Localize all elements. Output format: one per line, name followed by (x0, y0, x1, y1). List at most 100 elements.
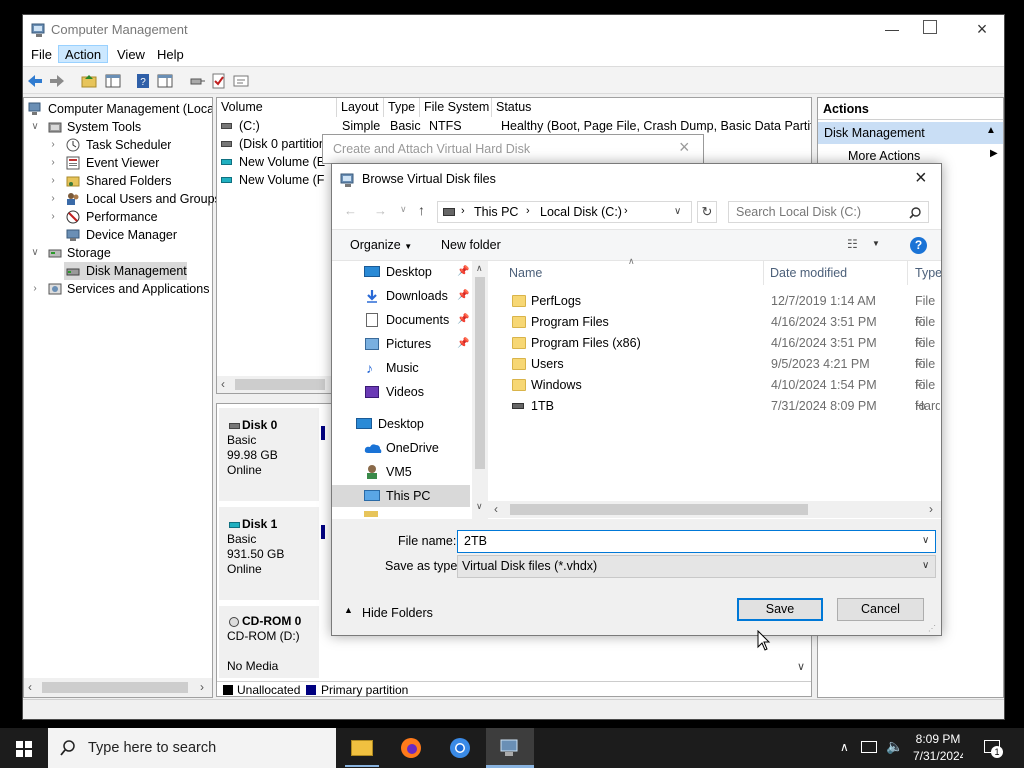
view-options-icon[interactable]: ☷ (847, 237, 858, 251)
column-volume[interactable]: Volume (217, 98, 337, 117)
menu-action[interactable]: Action (58, 45, 109, 63)
scroll-left-icon[interactable]: ‹ (28, 680, 32, 694)
cancel-button[interactable]: Cancel (837, 598, 924, 621)
pin-icon[interactable]: 📌 (457, 309, 469, 331)
close-button[interactable]: × (679, 137, 690, 158)
back-button[interactable] (25, 71, 45, 91)
chevron-right-icon[interactable]: › (30, 283, 40, 295)
menu-file[interactable]: File (25, 46, 58, 64)
column-type[interactable]: Type (915, 266, 941, 280)
up-arrow-icon[interactable]: ↑ (418, 202, 425, 218)
disk-0-info[interactable]: Disk 0 Basic 99.98 GB Online (219, 408, 319, 501)
taskbar-search-box[interactable]: Type here to search (48, 728, 336, 768)
show-hidden-icons-chevron-icon[interactable]: ∧ (840, 740, 849, 754)
scroll-right-icon[interactable]: › (929, 502, 933, 516)
primary-partition-bar[interactable] (321, 426, 325, 440)
taskbar-computer-management[interactable] (486, 728, 534, 768)
chevron-right-icon[interactable]: › (48, 175, 58, 187)
scroll-left-icon[interactable]: ‹ (221, 377, 225, 391)
forward-button[interactable] (47, 71, 67, 91)
scroll-right-icon[interactable]: › (200, 680, 204, 694)
tree-item-shared-folders[interactable]: › Shared Folders (24, 172, 212, 190)
file-row[interactable]: Users 9/5/2023 4:21 PM File fo (488, 354, 935, 392)
breadcrumb-this-pc[interactable]: This PC (474, 205, 518, 219)
breadcrumb-local-disk[interactable]: Local Disk (C:) (540, 205, 622, 219)
chevron-right-icon[interactable]: › (48, 139, 58, 151)
chevron-down-icon[interactable]: ∨ (30, 247, 40, 259)
file-row[interactable]: 1TB 7/31/2024 8:09 PM Hard (488, 396, 940, 417)
file-row[interactable]: Program Files 4/16/2024 3:51 PM File fo (488, 312, 935, 350)
back-arrow-icon[interactable]: ← (344, 203, 357, 218)
scroll-down-icon[interactable]: ∨ (797, 660, 805, 673)
column-date-modified[interactable]: Date modified (770, 266, 847, 280)
scroll-down-icon[interactable]: ∨ (476, 501, 483, 512)
save-button[interactable]: Save (737, 598, 823, 621)
address-dropdown-icon[interactable]: ∨ (674, 206, 681, 217)
column-type[interactable]: Type (384, 98, 420, 117)
tree-item-local-users-groups[interactable]: › Local Users and Groups (24, 190, 220, 208)
tree-item-services-applications[interactable]: › Services and Applications (24, 280, 212, 298)
help-button[interactable]: ? (133, 71, 153, 91)
column-file-system[interactable]: File System (420, 98, 492, 117)
pin-icon[interactable]: 📌 (457, 285, 469, 307)
address-bar[interactable]: › This PC › Local Disk (C:) › ∨ (437, 201, 692, 223)
hide-folders-button[interactable]: ▲ Hide Folders (344, 605, 454, 623)
chevron-down-icon[interactable]: ∨ (30, 121, 40, 133)
column-layout[interactable]: Layout (337, 98, 384, 117)
scroll-left-icon[interactable]: ‹ (494, 502, 498, 516)
cdrom-0-info[interactable]: CD-ROM 0 CD-ROM (D:) No Media (219, 606, 319, 678)
file-row[interactable]: Program Files (x86) 4/16/2024 3:51 PM Fi… (488, 333, 935, 371)
recent-locations-icon[interactable]: ∨ (400, 204, 407, 215)
nav-desktop-quick[interactable]: Desktop 📌 (332, 261, 472, 283)
scroll-thumb[interactable] (235, 379, 325, 390)
properties-button[interactable] (231, 71, 251, 91)
tree-item-storage[interactable]: ∨ Storage (24, 244, 212, 262)
save-as-type-select[interactable]: Virtual Disk files (*.vhdx) ∨ (457, 555, 936, 578)
clock-time[interactable]: 8:09 PM (913, 732, 963, 746)
tree-item-disk-management[interactable]: Disk Management (64, 262, 187, 280)
scroll-thumb[interactable] (42, 682, 188, 693)
volume-row[interactable]: (Disk 0 partition (221, 136, 323, 153)
clock-date[interactable]: 7/31/2024 (913, 749, 963, 763)
show-hide-tree-button[interactable] (103, 71, 123, 91)
show-action-pane-button[interactable] (155, 71, 175, 91)
chevron-right-icon[interactable]: › (48, 157, 58, 169)
new-folder-button[interactable]: New folder (441, 238, 501, 252)
column-status[interactable]: Status (492, 98, 811, 117)
taskbar-chrome[interactable] (437, 728, 483, 768)
view-dropdown-icon[interactable]: ▼ (872, 239, 880, 248)
windows-start-icon[interactable] (16, 741, 32, 757)
refresh-button[interactable]: ↻ (697, 201, 717, 223)
minimize-button[interactable]: — (877, 17, 907, 41)
notifications-button[interactable]: 1 (982, 738, 1004, 758)
file-horizontal-scrollbar[interactable]: ‹ › (488, 501, 941, 518)
tree-item-device-manager[interactable]: Device Manager (24, 226, 212, 244)
close-button[interactable]: × (915, 167, 927, 190)
search-input[interactable]: Search Local Disk (C:) (728, 201, 929, 223)
tree-item-performance[interactable]: › Performance (24, 208, 212, 226)
volume-row[interactable]: New Volume (F:) (221, 172, 325, 189)
actions-section-disk-management[interactable]: Disk Management ▲ (818, 122, 1003, 144)
pin-icon[interactable]: 📌 (457, 333, 469, 355)
primary-partition-bar[interactable] (321, 525, 325, 539)
close-button[interactable]: × (969, 17, 995, 41)
nav-vm5[interactable]: VM5 (332, 461, 472, 483)
forward-arrow-icon[interactable]: → (374, 203, 387, 218)
file-row[interactable]: PerfLogs 12/7/2019 1:14 AM File fo (488, 291, 935, 329)
menu-view[interactable]: View (111, 46, 151, 64)
help-icon[interactable]: ? (910, 237, 927, 254)
nav-onedrive[interactable]: OneDrive (332, 437, 472, 459)
tree-horizontal-scrollbar[interactable]: ‹ › (24, 678, 212, 697)
pin-icon[interactable]: 📌 (457, 261, 469, 283)
resize-grip-icon[interactable]: ⋰ (928, 624, 936, 633)
nav-music[interactable]: ♪ Music (332, 357, 472, 379)
organize-button[interactable]: Organize ▼ (350, 238, 412, 252)
tree-item-root[interactable]: Computer Management (Local (24, 100, 212, 118)
connect-button[interactable] (187, 71, 207, 91)
scroll-thumb[interactable] (475, 277, 485, 469)
disk-1-info[interactable]: Disk 1 Basic 931.50 GB Online (219, 507, 319, 600)
nav-desktop[interactable]: Desktop (332, 413, 472, 435)
nav-vertical-scrollbar[interactable]: ∧ ∨ (472, 261, 488, 519)
tree-item-system-tools[interactable]: ∨ System Tools (24, 118, 212, 136)
collapse-up-icon[interactable]: ▲ (986, 125, 996, 136)
